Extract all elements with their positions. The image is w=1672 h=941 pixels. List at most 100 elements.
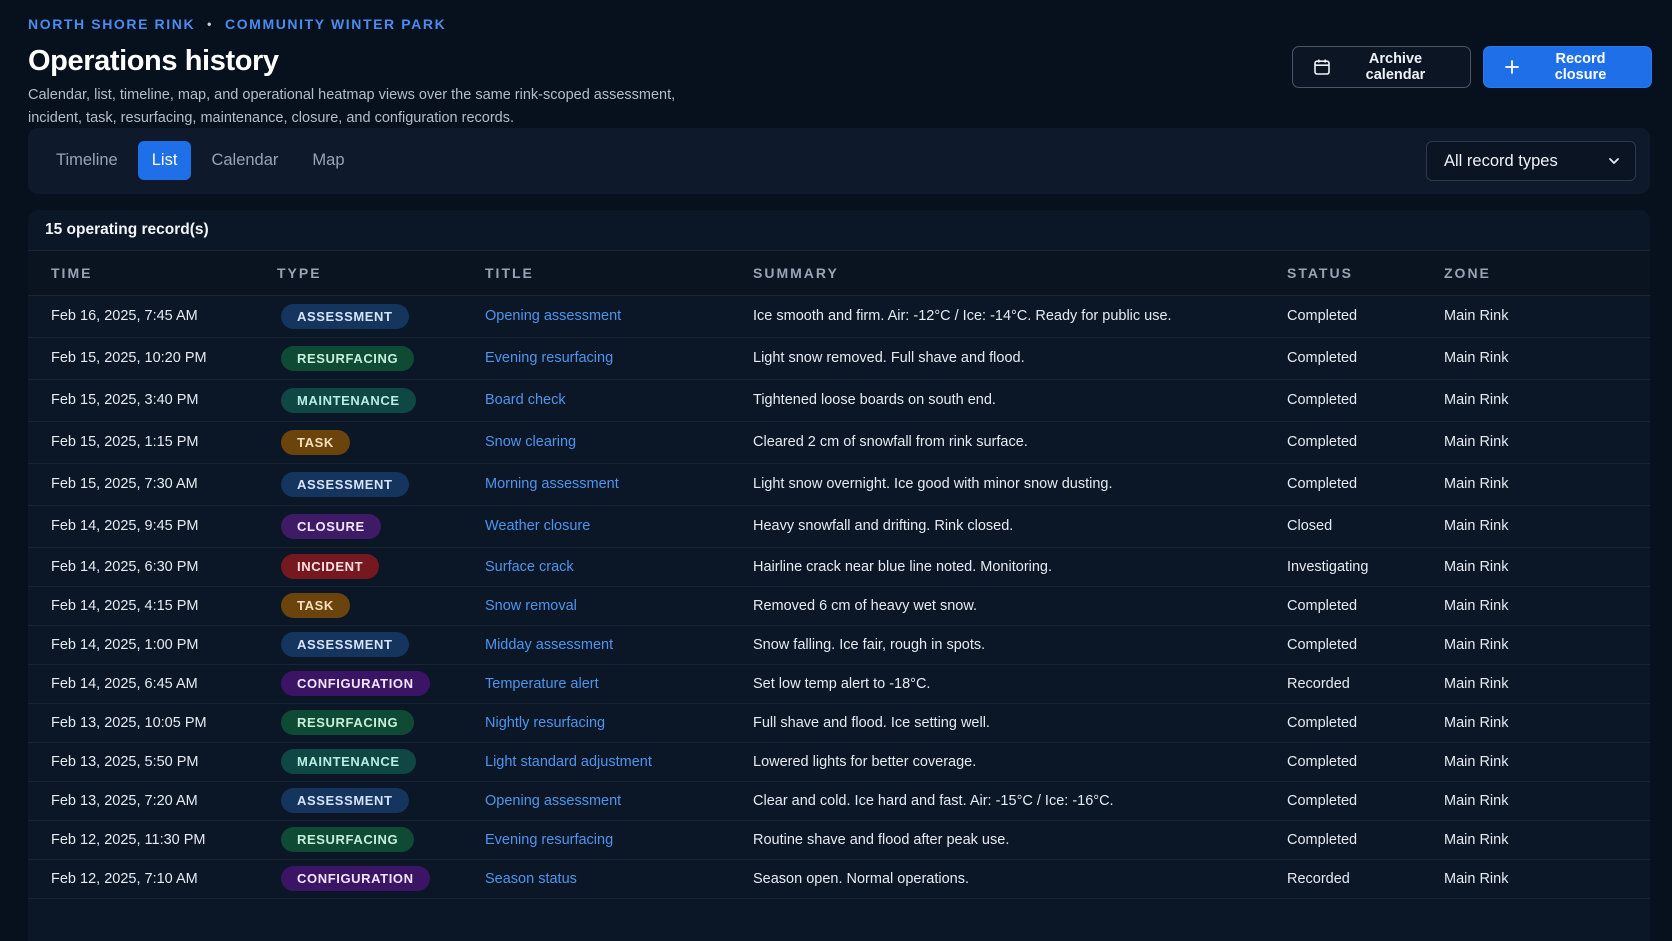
column-header-type[interactable]: TYPE [254, 251, 462, 296]
record-title-link[interactable]: Evening resurfacing [462, 337, 730, 380]
type-badge: TASK [281, 593, 350, 618]
tab-calendar[interactable]: Calendar [197, 141, 292, 180]
cell-summary: Season open. Normal operations. [730, 859, 1264, 899]
cell-type: CONFIGURATION [254, 859, 462, 899]
cell-type: MAINTENANCE [254, 379, 462, 422]
cell-time: Feb 14, 2025, 9:45 PM [28, 505, 254, 548]
table-row[interactable]: Feb 12, 2025, 7:10 AM CONFIGURATION Season… [28, 859, 1650, 899]
cell-summary: Tightened loose boards on south end. [730, 379, 1264, 422]
record-closure-button[interactable]: Record closure [1483, 46, 1652, 88]
cell-type: MAINTENANCE [254, 742, 462, 782]
cell-time: Feb 14, 2025, 4:15 PM [28, 586, 254, 626]
record-title-link[interactable]: Weather closure [462, 505, 730, 548]
cell-zone: Main Rink [1421, 781, 1650, 821]
cell-summary: Cleared 2 cm of snowfall from rink surfa… [730, 421, 1264, 464]
cell-time: Feb 14, 2025, 1:00 PM [28, 625, 254, 665]
table-row[interactable]: Feb 12, 2025, 11:30 PM RESURFACING Evening… [28, 820, 1650, 860]
cell-time: Feb 14, 2025, 6:45 AM [28, 664, 254, 704]
column-header-time[interactable]: TIME [28, 251, 254, 296]
cell-zone: Main Rink [1421, 859, 1650, 899]
cell-time: Feb 14, 2025, 6:30 PM [28, 547, 254, 587]
cell-type: ASSESSMENT [254, 625, 462, 665]
record-title-link[interactable]: Evening resurfacing [462, 820, 730, 860]
cell-summary: Lowered lights for better coverage. [730, 742, 1264, 782]
cell-zone: Main Rink [1421, 505, 1650, 548]
cell-status: Completed [1264, 463, 1421, 506]
table-row[interactable]: Feb 14, 2025, 1:00 PM ASSESSMENT Midday as… [28, 625, 1650, 665]
column-header-zone[interactable]: ZONE [1421, 251, 1650, 296]
record-closure-label: Record closure [1554, 51, 1607, 83]
breadcrumb-separator: • [207, 17, 213, 31]
table-row[interactable]: Feb 14, 2025, 6:30 PM INCIDENT Surface cra… [28, 547, 1650, 587]
cell-summary: Clear and cold. Ice hard and fast. Air: … [730, 781, 1264, 821]
table-row[interactable]: Feb 15, 2025, 10:20 PM RESURFACING Evening… [28, 337, 1650, 380]
type-badge: CONFIGURATION [281, 671, 430, 696]
cell-type: ASSESSMENT [254, 781, 462, 821]
cell-zone: Main Rink [1421, 742, 1650, 782]
type-badge: ASSESSMENT [281, 303, 409, 329]
record-title-link[interactable]: Surface crack [462, 547, 730, 587]
cell-summary: Set low temp alert to -18°C. [730, 664, 1264, 704]
record-title-link[interactable]: Light standard adjustment [462, 742, 730, 782]
cell-summary: Removed 6 cm of heavy wet snow. [730, 586, 1264, 626]
table-row[interactable]: Feb 14, 2025, 4:15 PM TASK Snow removal Rem… [28, 586, 1650, 626]
view-tabs: Timeline List Calendar Map [42, 141, 359, 180]
tab-map[interactable]: Map [298, 141, 358, 180]
table-row[interactable]: Feb 13, 2025, 10:05 PM RESURFACING Nightly… [28, 703, 1650, 743]
cell-time: Feb 15, 2025, 3:40 PM [28, 379, 254, 422]
tab-list[interactable]: List [137, 141, 192, 180]
cell-summary: Hairline crack near blue line noted. Mon… [730, 547, 1264, 587]
type-badge: ASSESSMENT [281, 471, 409, 497]
record-title-link[interactable]: Opening assessment [462, 781, 730, 821]
type-badge: RESURFACING [281, 827, 415, 852]
breadcrumb-park[interactable]: COMMUNITY WINTER PARK [225, 16, 446, 32]
table-row[interactable]: Feb 14, 2025, 6:45 AM CONFIGURATION Temper… [28, 664, 1650, 704]
cell-time: Feb 13, 2025, 7:20 AM [28, 781, 254, 821]
tab-timeline[interactable]: Timeline [42, 141, 132, 180]
table-row[interactable]: Feb 15, 2025, 7:30 AM ASSESSMENT Morning a… [28, 463, 1650, 506]
cell-status: Completed [1264, 337, 1421, 380]
type-badge: CONFIGURATION [281, 866, 430, 891]
record-title-link[interactable]: Morning assessment [462, 463, 730, 506]
column-header-summary[interactable]: SUMMARY [730, 251, 1264, 296]
page-header: NORTH SHORE RINK • COMMUNITY WINTER PARK… [28, 14, 1028, 129]
records-table: TIME TYPE TITLE SUMMARY STATUS ZONE Feb … [28, 251, 1650, 899]
type-badge: RESURFACING [281, 710, 415, 735]
table-row[interactable]: Feb 14, 2025, 9:45 PM CLOSURE Weather clos… [28, 505, 1650, 548]
table-row[interactable]: Feb 13, 2025, 5:50 PM MAINTENANCE Light st… [28, 742, 1650, 782]
cell-type: TASK [254, 421, 462, 464]
cell-zone: Main Rink [1421, 421, 1650, 464]
archive-calendar-label: Archive calendar [1365, 51, 1426, 83]
record-title-link[interactable]: Snow clearing [462, 421, 730, 464]
cell-zone: Main Rink [1421, 463, 1650, 506]
record-title-link[interactable]: Season status [462, 859, 730, 899]
record-title-link[interactable]: Opening assessment [462, 295, 730, 338]
cell-time: Feb 15, 2025, 10:20 PM [28, 337, 254, 380]
cell-summary: Light snow overnight. Ice good with mino… [730, 463, 1264, 506]
cell-status: Closed [1264, 505, 1421, 548]
record-title-link[interactable]: Snow removal [462, 586, 730, 626]
page-title: Operations history [28, 45, 279, 77]
cell-time: Feb 15, 2025, 1:15 PM [28, 421, 254, 464]
header-actions: Archive calendar Record closure [1292, 46, 1652, 88]
column-header-title[interactable]: TITLE [462, 251, 730, 296]
breadcrumb-rink[interactable]: NORTH SHORE RINK [28, 16, 195, 32]
record-title-link[interactable]: Nightly resurfacing [462, 703, 730, 743]
cell-status: Completed [1264, 586, 1421, 626]
record-title-link[interactable]: Midday assessment [462, 625, 730, 665]
cell-status: Recorded [1264, 664, 1421, 704]
record-type-select[interactable]: All record types [1426, 141, 1636, 181]
table-row[interactable]: Feb 13, 2025, 7:20 AM ASSESSMENT Opening a… [28, 781, 1650, 821]
cell-zone: Main Rink [1421, 625, 1650, 665]
table-row[interactable]: Feb 15, 2025, 1:15 PM TASK Snow clearing Cl… [28, 421, 1650, 464]
cell-type: CLOSURE [254, 505, 462, 548]
record-title-link[interactable]: Board check [462, 379, 730, 422]
cell-zone: Main Rink [1421, 820, 1650, 860]
cell-zone: Main Rink [1421, 295, 1650, 338]
chevron-down-icon [1609, 158, 1619, 164]
record-title-link[interactable]: Temperature alert [462, 664, 730, 704]
table-row[interactable]: Feb 15, 2025, 3:40 PM MAINTENANCE Board ch… [28, 379, 1650, 422]
column-header-status[interactable]: STATUS [1264, 251, 1421, 296]
table-row[interactable]: Feb 16, 2025, 7:45 AM ASSESSMENT Opening a… [28, 295, 1650, 338]
archive-calendar-button[interactable]: Archive calendar [1292, 46, 1471, 88]
